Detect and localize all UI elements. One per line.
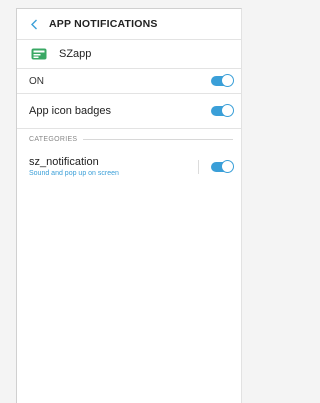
category-toggle[interactable] — [211, 160, 234, 173]
on-row[interactable]: ON — [17, 69, 241, 94]
category-title: sz_notification — [29, 156, 99, 168]
vertical-divider — [198, 160, 199, 174]
toggle-knob — [221, 74, 234, 87]
on-label: ON — [29, 75, 44, 87]
category-row[interactable]: sz_notification Sound and pop up on scre… — [17, 149, 241, 185]
toggle-knob — [221, 104, 234, 117]
app-icon-badges-toggle[interactable] — [211, 104, 234, 117]
app-icon-badges-label: App icon badges — [29, 105, 111, 117]
back-button[interactable] — [27, 17, 41, 31]
app-name: SZapp — [59, 48, 92, 60]
app-notifications-screen: APP NOTIFICATIONS SZapp ON App icon badg… — [16, 8, 242, 403]
on-toggle[interactable] — [211, 74, 234, 87]
page-title: APP NOTIFICATIONS — [49, 18, 158, 30]
app-icon-badges-row[interactable]: App icon badges — [17, 94, 241, 129]
chevron-left-icon — [30, 19, 37, 29]
toggle-knob — [221, 160, 234, 173]
category-controls — [198, 160, 234, 174]
categories-label: CATEGORIES — [29, 135, 78, 143]
categories-header: CATEGORIES — [17, 129, 241, 149]
app-card-icon — [31, 48, 47, 60]
section-divider — [83, 138, 233, 140]
category-subtitle: Sound and pop up on screen — [29, 170, 119, 177]
header-bar: APP NOTIFICATIONS — [17, 9, 241, 40]
category-text: sz_notification Sound and pop up on scre… — [29, 156, 119, 178]
app-info-row[interactable]: SZapp — [17, 40, 241, 69]
